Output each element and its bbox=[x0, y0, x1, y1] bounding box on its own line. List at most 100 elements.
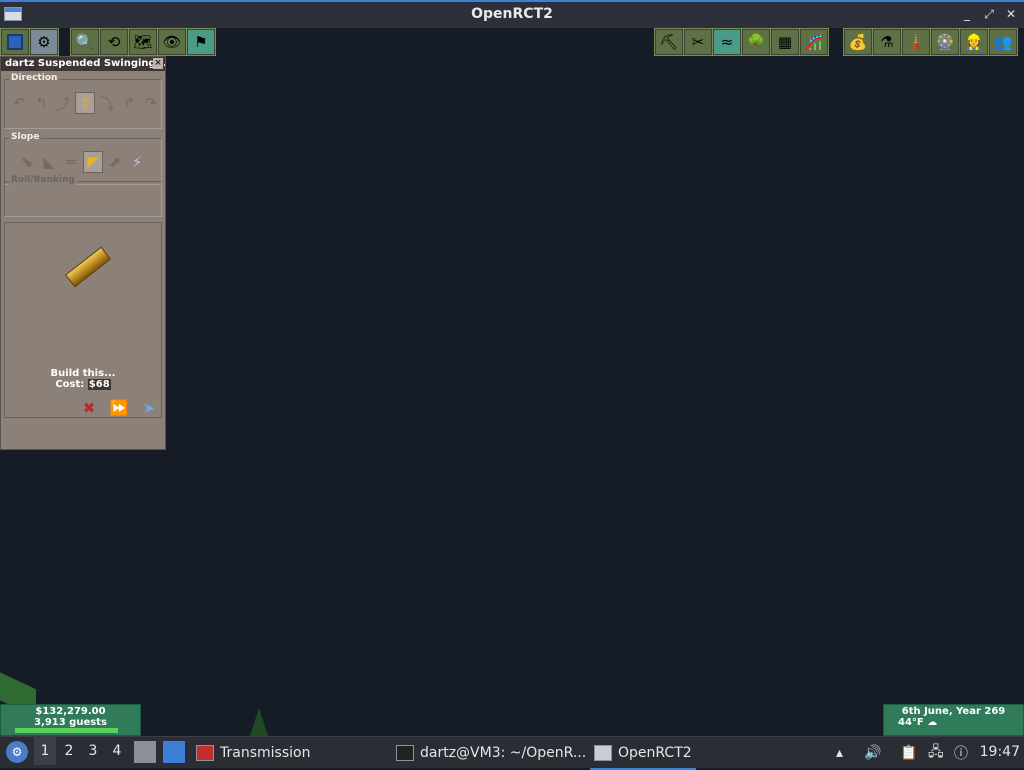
entrance-button[interactable]: ➤ bbox=[137, 397, 161, 419]
slope-flat-icon[interactable]: ═ bbox=[61, 151, 81, 173]
rotate-button[interactable]: ⟲ bbox=[100, 29, 128, 55]
slope-up-steep-icon[interactable]: ⬈ bbox=[105, 151, 125, 173]
park-money: $132,279.00 bbox=[35, 706, 106, 717]
window-title: OpenRCT2 bbox=[471, 6, 553, 22]
landscape-button[interactable]: ⛏ bbox=[655, 29, 683, 55]
tower-icon: 🗼 bbox=[906, 32, 926, 51]
park-rating-bar bbox=[15, 728, 118, 733]
clock[interactable]: 19:47 bbox=[980, 737, 1020, 768]
coaster-icon: 🎢 bbox=[804, 32, 824, 51]
task-transmission[interactable]: Transmission bbox=[192, 737, 314, 768]
guests-button[interactable]: 👥 bbox=[989, 29, 1017, 55]
options-button[interactable]: ⚙ bbox=[30, 29, 58, 55]
game-viewport[interactable]: ⚙ 🔍 ⟲ 🗺 👁 ⚑ ⛏ ✂ ≈ 🌳 ▦ 🎢 💰 ⚗ 🗼 🎡 👷 👥 dart… bbox=[0, 28, 1024, 736]
guests-icon: 👥 bbox=[993, 32, 1013, 51]
transmission-icon bbox=[196, 744, 214, 761]
show-desktop-icon[interactable] bbox=[163, 741, 185, 763]
toolbar-construct-group: ⛏ ✂ ≈ 🌳 ▦ 🎢 bbox=[654, 28, 829, 56]
volume-icon[interactable]: 🔊 bbox=[864, 737, 881, 768]
next-section-button[interactable]: ⏩ bbox=[107, 397, 131, 419]
desktop-3[interactable]: 3 bbox=[82, 737, 104, 765]
direction-label: Direction bbox=[9, 73, 60, 83]
date-status-panel[interactable]: 6th June, Year 269 44°F ☁ bbox=[883, 704, 1024, 736]
desktop-4[interactable]: 4 bbox=[106, 737, 128, 765]
update-notifier-icon[interactable]: ⓘ bbox=[954, 737, 968, 768]
task-openrct2-label: OpenRCT2 bbox=[618, 744, 692, 761]
ride-name: dartz Suspended Swinging ... bbox=[5, 58, 165, 69]
zoom-button[interactable]: 🔍 bbox=[71, 29, 99, 55]
rides-list-button[interactable]: 🗼 bbox=[902, 29, 930, 55]
ride-construction-window: dartz Suspended Swinging ... × Direction… bbox=[0, 56, 166, 450]
footpath-button[interactable]: ▦ bbox=[771, 29, 799, 55]
cost-label: Cost: $68 bbox=[5, 379, 161, 390]
construction-actions: ✖ ⏩ ➤ bbox=[77, 397, 161, 419]
park-status-panel[interactable]: $132,279.00 3,913 guests bbox=[0, 704, 141, 736]
flask-icon: ⚗ bbox=[880, 32, 894, 51]
map-icon: 🗺 bbox=[133, 32, 153, 51]
desktop-2[interactable]: 2 bbox=[58, 737, 80, 765]
tray-up-icon[interactable]: ▴ bbox=[836, 737, 843, 768]
task-terminal[interactable]: dartz@VM3: ~/OpenR... bbox=[392, 737, 590, 768]
game-date: 6th June, Year 269 bbox=[901, 706, 1006, 717]
demolish-button[interactable]: ✖ bbox=[77, 397, 101, 419]
ride-button[interactable]: 🎢 bbox=[800, 29, 828, 55]
staff-button[interactable]: 👷 bbox=[960, 29, 988, 55]
save-button[interactable] bbox=[1, 29, 29, 55]
landscape-icon: ⛏ bbox=[659, 32, 679, 51]
build-this-label[interactable]: Build this... bbox=[5, 368, 161, 379]
file-manager-icon[interactable] bbox=[134, 741, 156, 763]
turn-right-small-icon[interactable]: ⤵ bbox=[97, 92, 117, 114]
park-button[interactable]: 🎡 bbox=[931, 29, 959, 55]
toolbar-file-group: ⚙ bbox=[0, 28, 59, 56]
close-button[interactable]: ✕ bbox=[1004, 6, 1018, 22]
park-gate-icon: 🎡 bbox=[935, 32, 955, 51]
roll-banking-group: Roll/Banking bbox=[4, 175, 162, 217]
tree-sprite bbox=[250, 708, 268, 736]
turn-left-small-icon[interactable]: ⤴ bbox=[53, 92, 73, 114]
flag-icon: ⚑ bbox=[194, 32, 208, 51]
finances-button[interactable]: 💰 bbox=[844, 29, 872, 55]
water-button[interactable]: ≈ bbox=[713, 29, 741, 55]
clear-scenery-button[interactable]: ✂ bbox=[684, 29, 712, 55]
ride-window-close-button[interactable]: × bbox=[153, 58, 163, 69]
start-menu-icon[interactable]: ⚙ bbox=[6, 741, 28, 763]
map-button[interactable]: 🗺 bbox=[129, 29, 157, 55]
cost-prefix: Cost: bbox=[55, 379, 85, 390]
track-preview[interactable]: Build this... Cost: $68 bbox=[4, 222, 162, 418]
direction-group: Direction ↶ ↰ ⤴ ⇧ ⤵ ↱ ↷ bbox=[4, 73, 162, 129]
entrance-arrow-icon: ➤ bbox=[142, 399, 156, 417]
water-icon: ≈ bbox=[720, 32, 734, 51]
scenery-button[interactable]: 🌳 bbox=[742, 29, 770, 55]
desktop-1[interactable]: 1 bbox=[34, 737, 56, 765]
network-icon[interactable]: 🖧 bbox=[928, 737, 944, 768]
rotate-icon: ⟲ bbox=[107, 32, 121, 51]
taskbar: ⚙ 1 2 3 4 Transmission dartz@VM3: ~/Open… bbox=[0, 736, 1024, 770]
slope-label: Slope bbox=[9, 132, 42, 142]
research-button[interactable]: ⚗ bbox=[873, 29, 901, 55]
view-button[interactable]: 👁 bbox=[158, 29, 186, 55]
turn-left-icon[interactable]: ↰ bbox=[31, 92, 51, 114]
toolbar-management-group: 💰 ⚗ 🗼 🎡 👷 👥 bbox=[843, 28, 1018, 56]
toolbar-view-group: 🔍 ⟲ 🗺 👁 ⚑ bbox=[70, 28, 216, 56]
slope-up-icon[interactable]: ◤ bbox=[83, 151, 103, 173]
straight-icon[interactable]: ⇧ bbox=[75, 92, 95, 114]
turn-left-large-icon[interactable]: ↶ bbox=[9, 92, 29, 114]
bulldozer-icon: ✖ bbox=[82, 399, 96, 417]
ride-construction-title[interactable]: dartz Suspended Swinging ... × bbox=[1, 57, 165, 71]
maximize-button[interactable]: ⤢ bbox=[982, 6, 996, 22]
window-titlebar: OpenRCT2 _ ⤢ ✕ bbox=[0, 0, 1024, 28]
turn-right-large-icon[interactable]: ↷ bbox=[141, 92, 161, 114]
slope-down-icon[interactable]: ◣ bbox=[39, 151, 59, 173]
staff-icon: 👷 bbox=[964, 32, 984, 51]
chain-lift-icon[interactable]: ⚡ bbox=[127, 151, 147, 173]
clipboard-icon[interactable]: 📋 bbox=[900, 737, 917, 768]
minimize-button[interactable]: _ bbox=[960, 6, 974, 22]
fast-forward-icon: ⏩ bbox=[109, 399, 129, 417]
task-openrct2[interactable]: OpenRCT2 bbox=[590, 737, 696, 770]
scenery-warning-button[interactable]: ⚑ bbox=[187, 29, 215, 55]
scissors-icon: ✂ bbox=[691, 32, 705, 51]
task-terminal-label: dartz@VM3: ~/OpenR... bbox=[420, 744, 587, 761]
gear-icon: ⚙ bbox=[37, 32, 51, 51]
turn-right-icon[interactable]: ↱ bbox=[119, 92, 139, 114]
slope-down-steep-icon[interactable]: ⬊ bbox=[17, 151, 37, 173]
